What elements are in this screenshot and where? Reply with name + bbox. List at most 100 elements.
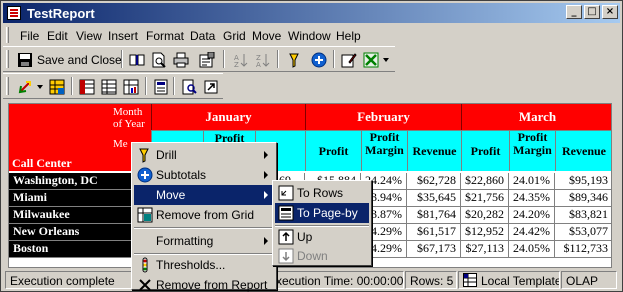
grid-context-menu: Drill Subtotals Move Remove from Grid Fo… [131, 142, 277, 292]
context-menu-formatting[interactable]: Formatting [134, 231, 274, 251]
menu-insert[interactable]: Insert [108, 29, 138, 43]
find-button[interactable] [179, 77, 199, 97]
context-menu-thresholds-label: Thresholds... [156, 258, 226, 272]
properties-icon [199, 51, 215, 68]
context-menu-remove-from-grid[interactable]: Remove from Grid [134, 205, 274, 225]
cell-miami-mar-margin[interactable]: 24.35% [509, 190, 555, 207]
context-menu-move-label: Move [156, 188, 186, 202]
pivot-dropdown-arrow-icon[interactable] [37, 85, 43, 89]
status-template: Local Template [458, 271, 560, 289]
insert-button[interactable] [309, 50, 329, 70]
cell-dc-feb-revenue[interactable]: $62,728 [407, 173, 461, 190]
menu-help[interactable]: Help [336, 29, 361, 43]
subtotals-toolbar-button[interactable] [47, 77, 67, 97]
context-menu-drill[interactable]: Drill [134, 145, 274, 165]
row-header-boston[interactable]: Boston [9, 241, 151, 258]
shortcut-button[interactable] [201, 77, 221, 97]
close-button[interactable]: × [602, 5, 618, 19]
menu-edit[interactable]: Edit [47, 29, 68, 43]
edit-report-button[interactable] [339, 50, 359, 70]
formatting-toolbar [3, 73, 223, 99]
context-menu-thresholds[interactable]: Thresholds... [134, 255, 274, 275]
cell-boston-mar-revenue[interactable]: $112,733 [555, 241, 611, 258]
cell-boston-feb-revenue[interactable]: $67,173 [407, 241, 461, 258]
export-dropdown-arrow-icon[interactable] [383, 58, 389, 62]
context-menu-formatting-label: Formatting [156, 234, 214, 248]
remove-from-grid-icon [137, 207, 153, 223]
cell-miami-mar-profit[interactable]: $21,756 [461, 190, 509, 207]
menu-data[interactable]: Data [190, 29, 215, 43]
to-page-by-icon [278, 205, 294, 221]
pivot-button[interactable] [15, 77, 35, 97]
drill-icon [289, 53, 299, 68]
cell-miami-mar-revenue[interactable]: $89,346 [555, 190, 611, 207]
metric-header-mar-profit-margin[interactable]: Profit Margin [509, 130, 555, 171]
call-center-header[interactable]: Call Center [12, 156, 72, 171]
print-button[interactable] [171, 50, 191, 70]
menu-move[interactable]: Move [252, 29, 281, 43]
cell-dc-mar-revenue[interactable]: $95,193 [555, 173, 611, 190]
menu-view[interactable]: View [76, 29, 102, 43]
cell-dc-mar-profit[interactable]: $22,860 [461, 173, 509, 190]
cell-milwaukee-mar-margin[interactable]: 24.20% [509, 207, 555, 224]
row-header-washington[interactable]: Washington, DC [9, 173, 151, 190]
template-grid-icon [463, 273, 477, 287]
move-submenu-to-rows[interactable]: To Rows [275, 183, 369, 203]
month-header-march[interactable]: March [461, 104, 611, 130]
save-and-close-button[interactable]: Save and Close [17, 50, 122, 70]
remove-icon [139, 279, 151, 291]
cell-boston-mar-profit[interactable]: $27,113 [461, 241, 509, 258]
toolbar-separator [145, 77, 147, 95]
menu-file[interactable]: File [20, 29, 39, 43]
month-header-february[interactable]: February [305, 104, 461, 130]
cell-new-orleans-mar-profit[interactable]: $12,952 [461, 224, 509, 241]
grid-view-button[interactable] [99, 77, 119, 97]
cell-miami-feb-revenue[interactable]: $35,645 [407, 190, 461, 207]
maximize-button[interactable]: □ [584, 5, 600, 19]
metric-header-mar-profit[interactable]: Profit [461, 130, 509, 171]
move-submenu-to-page-by[interactable]: To Page-by [275, 203, 369, 223]
context-menu-move[interactable]: Move [134, 185, 274, 205]
cell-new-orleans-mar-revenue[interactable]: $53,077 [555, 224, 611, 241]
cell-new-orleans-feb-revenue[interactable]: $61,517 [407, 224, 461, 241]
edit-report-icon [341, 53, 357, 68]
properties-button[interactable] [197, 50, 217, 70]
menu-grid[interactable]: Grid [223, 29, 246, 43]
report-objects-button[interactable] [77, 77, 97, 97]
page-by-button[interactable] [151, 77, 171, 97]
cell-new-orleans-mar-margin[interactable]: 24.42% [509, 224, 555, 241]
sort-ascending-button[interactable]: AZ [231, 50, 251, 70]
menu-format[interactable]: Format [146, 29, 184, 43]
cell-milwaukee-feb-revenue[interactable]: $81,764 [407, 207, 461, 224]
metrics-label[interactable]: Me [113, 138, 128, 150]
month-header-january[interactable]: January [151, 104, 305, 130]
context-menu-remove-from-report[interactable]: Remove from Report [134, 275, 274, 292]
export-button[interactable] [361, 50, 381, 70]
menu-window[interactable]: Window [288, 29, 331, 43]
context-menu-subtotals[interactable]: Subtotals [134, 165, 274, 185]
title-bar[interactable]: TestReport _ □ × [3, 3, 620, 23]
sort-descending-button[interactable]: ZA [253, 50, 273, 70]
metric-header-feb-revenue[interactable]: Revenue [407, 130, 461, 171]
drill-button[interactable] [285, 50, 305, 70]
row-header-milwaukee[interactable]: Milwaukee [9, 207, 151, 224]
minimize-button[interactable]: _ [566, 5, 582, 19]
row-header-miami[interactable]: Miami [9, 190, 151, 207]
print-preview-button[interactable] [149, 50, 169, 70]
toolbar-separator [173, 77, 175, 95]
month-of-year-label[interactable]: Month of Year [113, 106, 153, 130]
move-submenu-up-label: Up [297, 230, 313, 244]
cell-milwaukee-mar-profit[interactable]: $20,282 [461, 207, 509, 224]
metric-header-feb-profit-margin[interactable]: Profit Margin [361, 130, 407, 171]
submenu-arrow-icon [264, 151, 268, 159]
move-submenu-up[interactable]: Up [275, 227, 369, 247]
row-header-new-orleans[interactable]: New Orleans [9, 224, 151, 241]
cell-milwaukee-mar-revenue[interactable]: $83,821 [555, 207, 611, 224]
submenu-arrow-icon [264, 191, 268, 199]
cell-boston-mar-margin[interactable]: 24.05% [509, 241, 555, 258]
grid-graph-button[interactable] [121, 77, 141, 97]
open-book-button[interactable] [127, 50, 147, 70]
cell-dc-mar-margin[interactable]: 24.01% [509, 173, 555, 190]
metric-header-feb-profit[interactable]: Profit [305, 130, 361, 171]
metric-header-mar-revenue[interactable]: Revenue [555, 130, 611, 171]
